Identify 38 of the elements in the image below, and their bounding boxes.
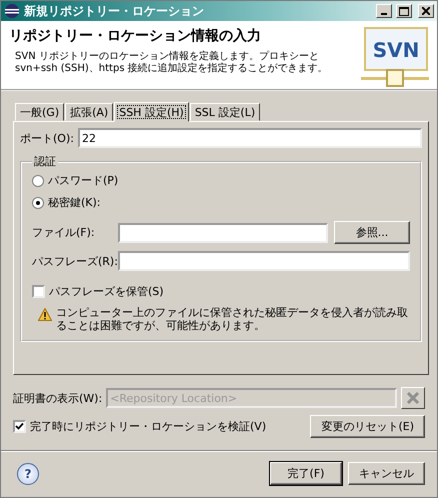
radio-button[interactable]: [32, 174, 44, 186]
port-label: ポート(O):: [20, 130, 74, 146]
port-field[interactable]: 22: [78, 128, 422, 148]
page-title: リポジトリー・ロケーション情報の入力: [9, 27, 262, 45]
delete-button[interactable]: [401, 387, 425, 409]
passphrase-field[interactable]: [118, 251, 410, 271]
radio-button[interactable]: [32, 196, 44, 208]
page-description: SVN リポジトリーのロケーション情報を定義します。プロキシーと svn+ssh (SSH)、https 接続に追加設定を指定することができます。: [14, 51, 329, 75]
checkbox-label: パスフレーズを保管(S): [49, 284, 164, 299]
help-button[interactable]: ?: [17, 462, 39, 484]
browse-button[interactable]: 参照...: [334, 221, 410, 244]
radio-label: 秘密鍵(K):: [48, 195, 101, 210]
certificate-label: 証明書の表示(W):: [13, 390, 102, 406]
radio-label: パスワード(P): [48, 173, 118, 188]
app-icon: [4, 3, 20, 19]
group-title: 認証: [33, 154, 57, 169]
warning-text: コンピューター上のファイルに保管された秘匿データを侵入者が読み取ることは困難ですが、可能性があります。: [56, 306, 409, 332]
dialog-button[interactable]: キャンセル: [348, 462, 425, 485]
warning-icon: [38, 308, 52, 321]
minimize-button[interactable]: [376, 4, 392, 18]
file-field[interactable]: [118, 222, 328, 242]
maximize-button[interactable]: [396, 4, 412, 18]
delete-icon: [407, 392, 419, 404]
tab[interactable]: SSL 設定(L): [190, 103, 260, 121]
checkbox-label: 完了時にリポジトリー・ロケーションを検証(V): [30, 419, 268, 434]
tab[interactable]: 拡張(A): [65, 103, 114, 121]
maximize-icon: [399, 6, 409, 16]
file-label: ファイル(F):: [32, 225, 96, 240]
close-icon: [422, 7, 430, 15]
checkbox[interactable]: [32, 285, 45, 298]
tab[interactable]: SSH 設定(H): [114, 102, 189, 122]
checkbox[interactable]: [13, 420, 26, 433]
tab[interactable]: 一般(G): [15, 103, 64, 121]
window-title: 新規リポジトリー・ロケーション: [24, 2, 205, 20]
reset-button[interactable]: 変更のリセット(E): [310, 415, 425, 438]
server-logo-drawing: SVN: [359, 27, 431, 89]
dialog-button[interactable]: 完了(F): [270, 462, 342, 485]
close-button[interactable]: [418, 4, 434, 18]
